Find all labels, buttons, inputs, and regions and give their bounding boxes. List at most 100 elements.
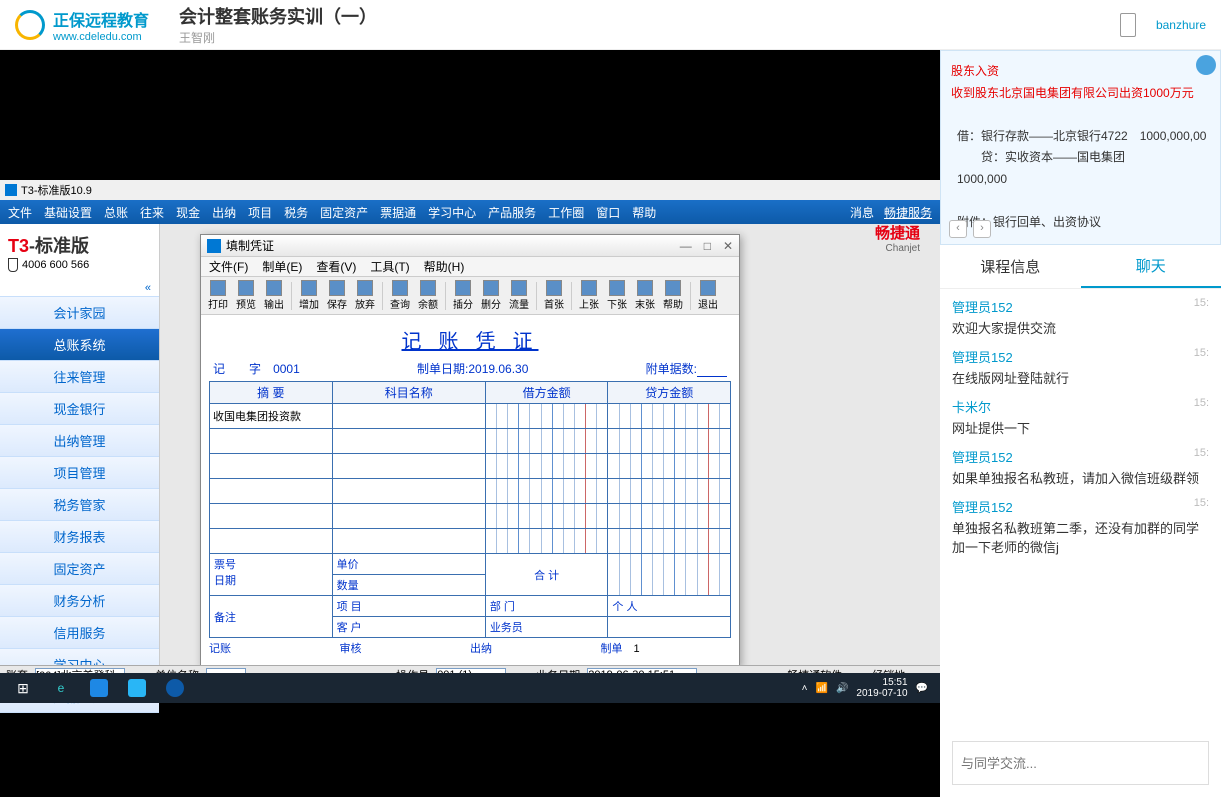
toolbar-button[interactable]: 插分 [450,279,476,312]
app-title: T3-标准版10.9 [21,182,92,198]
menu-item[interactable]: 往来 [140,204,164,221]
menu-item[interactable]: 出纳 [212,204,236,221]
close-button[interactable]: ✕ [723,239,733,253]
menu-item[interactable]: 基础设置 [44,204,92,221]
dialog-menu-item[interactable]: 制单(E) [262,258,302,275]
menu-item[interactable]: 总账 [104,204,128,221]
app-icon [5,184,17,196]
menu-item[interactable]: 帮助 [632,204,656,221]
taskbar-app-3[interactable] [156,674,194,702]
toolbar-button[interactable]: 放弃 [352,279,378,312]
sidebar-item[interactable]: 总账系统 [0,328,159,361]
toolbar-button[interactable]: 首张 [541,279,567,312]
voucher-row[interactable] [210,429,731,454]
menu-item[interactable]: 窗口 [596,204,620,221]
toolbar-button[interactable]: 删分 [478,279,504,312]
voucher-signatures: 记账 审核 出纳 制单 1 [209,640,731,656]
voucher-row[interactable] [210,504,731,529]
sidebar-item[interactable]: 财务报表 [0,520,159,553]
brand-icon [15,10,45,40]
phone-icon[interactable] [1120,13,1136,37]
sidebar-item[interactable]: 现金银行 [0,392,159,425]
voucher-dialog: 填制凭证 — □ ✕ 文件(F)制单(E)查看(V)工具(T)帮助(H) 打印预… [200,234,740,667]
menu-item[interactable]: 项目 [248,204,272,221]
dialog-menu-item[interactable]: 文件(F) [209,258,248,275]
toolbar-button[interactable]: 预览 [233,279,259,312]
notes-pager: ‹ › [949,220,991,238]
next-note-button[interactable]: › [973,220,991,238]
dialog-menu-item[interactable]: 查看(V) [316,258,356,275]
sidebar-item[interactable]: 往来管理 [0,360,159,393]
sidebar-item[interactable]: 信用服务 [0,616,159,649]
tray-chevron-icon[interactable]: ˄ [802,683,808,694]
menu-item[interactable]: 文件 [8,204,32,221]
sidebar-item[interactable]: 会计家园 [0,296,159,329]
taskbar-app-1[interactable] [80,674,118,702]
sidebar-item[interactable]: 项目管理 [0,456,159,489]
dialog-menu-item[interactable]: 工具(T) [370,258,409,275]
attach-count-input[interactable] [697,362,727,377]
start-button[interactable]: ⊞ [4,674,42,702]
toolbar-button[interactable]: 流量 [506,279,532,312]
menu-item[interactable]: 税务 [284,204,308,221]
toolbar-button[interactable]: 输出 [261,279,287,312]
workspace: 畅捷通 Chanjet 填制凭证 — □ ✕ [160,224,940,684]
tray-network-icon[interactable]: 📶 [815,683,827,694]
taskbar-app-2[interactable] [118,674,156,702]
col-summary: 摘 要 [210,382,333,404]
collapse-button[interactable]: « [0,280,159,296]
note-subtitle: 收到股东北京国电集团有限公司出资1000万元 [951,83,1210,105]
voucher-row[interactable] [210,529,731,554]
toolbar-button[interactable]: 打印 [205,279,231,312]
clock[interactable]: 15:51 2019-07-10 [856,677,907,699]
voucher-no[interactable]: 0001 [273,362,300,376]
voucher-row[interactable]: 收国电集团投资款 [210,404,731,429]
username[interactable]: banzhure [1156,18,1206,32]
sidebar-item[interactable]: 税务管家 [0,488,159,521]
menu-item[interactable]: 工作圈 [548,204,584,221]
toolbar-button[interactable]: 查询 [387,279,413,312]
windows-app: T3-标准版10.9 文件基础设置总账往来现金出纳项目税务固定资产票据通学习中心… [0,180,940,703]
sidebar-item[interactable]: 出纳管理 [0,424,159,457]
toolbar-button[interactable]: 保存 [324,279,350,312]
voucher-row[interactable] [210,479,731,504]
chat-message: 卡米尔15:网址提供一下 [952,397,1209,437]
toolbar-button[interactable]: 帮助 [660,279,686,312]
msg-link[interactable]: 消息 [850,204,874,221]
tab-course-info[interactable]: 课程信息 [940,245,1081,288]
voucher-title: 记 账 凭 证 [209,325,731,354]
menu-item[interactable]: 产品服务 [488,204,536,221]
minimize-button[interactable]: — [680,239,692,253]
toolbar-button[interactable]: 上张 [576,279,602,312]
menu-item[interactable]: 现金 [176,204,200,221]
chat-message: 管理员15215:欢迎大家提供交流 [952,297,1209,337]
avatar-icon[interactable] [1196,55,1216,75]
menu-item[interactable]: 学习中心 [428,204,476,221]
tray-speaker-icon[interactable]: 🔊 [836,683,848,694]
voucher-date[interactable]: 2019.06.30 [468,362,528,376]
voucher-row[interactable] [210,454,731,479]
prev-note-button[interactable]: ‹ [949,220,967,238]
brand-logo[interactable]: 正保远程教育 www.cdeledu.com [15,7,149,43]
sidebar-item[interactable]: 财务分析 [0,584,159,617]
toolbar-button[interactable]: 末张 [632,279,658,312]
sidebar-item[interactable]: 固定资产 [0,552,159,585]
tab-chat[interactable]: 聊天 [1081,245,1221,288]
col-subject: 科目名称 [332,382,485,404]
menu-item[interactable]: 票据通 [380,204,416,221]
edge-icon[interactable]: e [42,674,80,702]
dialog-icon [207,239,221,253]
toolbar-button[interactable]: 退出 [695,279,721,312]
chat-input[interactable] [952,741,1209,785]
chat-message: 管理员15215:如果单独报名私教班，请加入微信班级群领 [952,447,1209,487]
voucher-table: 摘 要 科目名称 借方金额 贷方金额 收国电集团投资款 [209,381,731,638]
toolbar-button[interactable]: 下张 [604,279,630,312]
entry-debit: 借：银行存款——北京银行4722 1000,000,00 [957,126,1210,148]
dialog-menu-item[interactable]: 帮助(H) [424,258,465,275]
toolbar-button[interactable]: 余额 [415,279,441,312]
menu-item[interactable]: 固定资产 [320,204,368,221]
maximize-button[interactable]: □ [704,239,711,253]
service-link[interactable]: 畅捷服务 [884,204,932,221]
toolbar-button[interactable]: 增加 [296,279,322,312]
tray-notification-icon[interactable]: 💬 [916,683,928,694]
